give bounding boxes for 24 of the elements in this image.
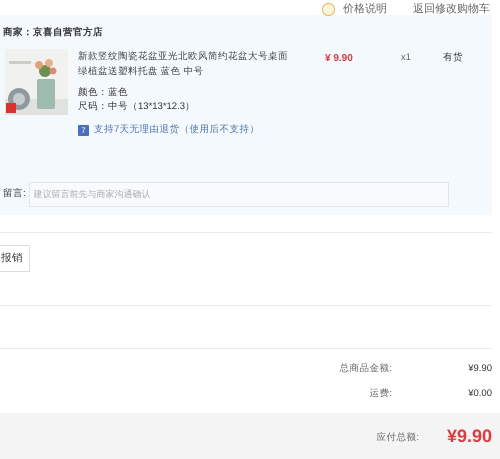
total-amount: ¥9.90 (446, 424, 492, 448)
note-label: 留言: (3, 186, 26, 201)
price-info-link[interactable]: 价格说明 (343, 1, 387, 18)
return-badge: 7 (78, 124, 89, 136)
summary-value: ¥0.00 (467, 386, 492, 400)
invoice-button[interactable]: 报销 (0, 244, 30, 272)
info-icon (322, 2, 335, 16)
total-label: 应付总额: (376, 430, 419, 444)
attribute-label: 颜色： (78, 86, 108, 100)
return-policy: 支持7天无理由退货（使用后不支持） (94, 123, 260, 138)
attribute-value: 蓝色 (108, 86, 128, 100)
back-to-cart-link[interactable]: 返回修改购物车 (413, 1, 490, 18)
note-field[interactable]: 建议留言前先与商家沟通确认 (28, 182, 449, 206)
stock-status: 有货 (442, 51, 463, 66)
summary-label: 运费: (369, 386, 392, 400)
item-quantity: x1 (400, 51, 411, 66)
summary-label: 总商品金额: (339, 362, 392, 376)
attribute-label: 尺码： (78, 100, 108, 114)
seller-label: 商家： (3, 26, 33, 40)
seller-name: 京喜自营官方店 (33, 26, 103, 40)
item-price: ¥ 9.90 (325, 52, 353, 66)
product-title[interactable]: 新款竖纹陶瓷花盆亚光北欧风简约花盆大号桌面绿植盆送塑料托盘 蓝色 中号 (78, 49, 288, 80)
summary-value: ¥9.90 (467, 362, 492, 376)
attribute-value: 中号（13*13*12.3） (108, 100, 196, 114)
